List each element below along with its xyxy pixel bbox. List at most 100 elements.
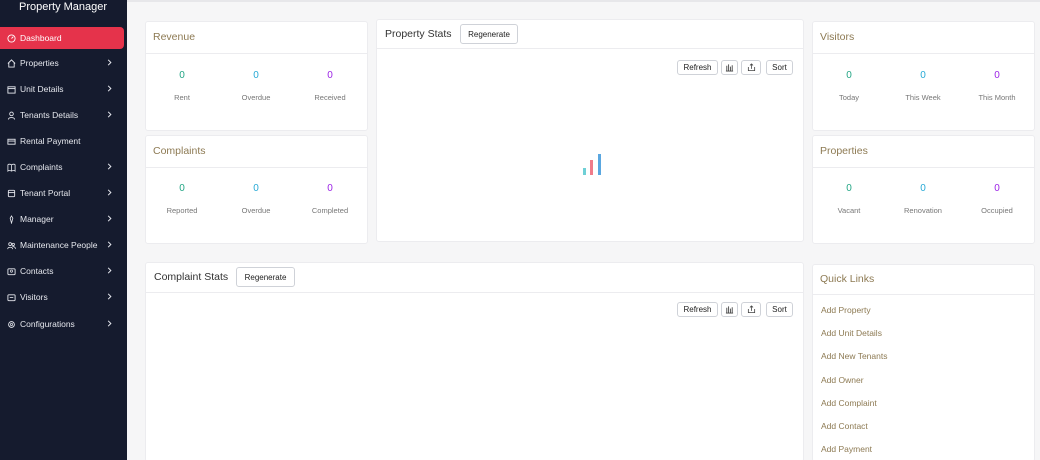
chevron-right-icon	[107, 241, 112, 248]
stat-label: Occupied	[981, 206, 1013, 215]
sort-button[interactable]: Sort	[766, 60, 793, 75]
stat-value: 0	[920, 70, 926, 81]
quick-links-title: Quick Links	[820, 273, 875, 285]
sidebar-item-configurations[interactable]: Configurations	[0, 313, 124, 335]
bar-chart-icon	[725, 64, 734, 72]
sidebar-item-complaints[interactable]: Complaints	[0, 156, 124, 178]
unit-icon	[6, 84, 16, 94]
bar-chart-icon	[725, 306, 734, 314]
stat-this-month: 0 This Month	[967, 70, 1027, 102]
visitors-title: Visitors	[820, 31, 855, 43]
top-border	[127, 0, 1040, 2]
export-icon	[747, 63, 755, 72]
stat-value: 0	[920, 183, 926, 194]
stat-today: 0 Today	[819, 70, 879, 102]
revenue-card: Revenue 0 Rent 0 Overdue 0 Received	[145, 21, 368, 131]
sidebar-item-label: Dashboard	[20, 33, 62, 43]
stat-reported: 0 Reported	[152, 183, 212, 215]
properties-card: Properties 0 Vacant 0 Renovation 0 Occup…	[812, 135, 1035, 244]
link-add-complaint[interactable]: Add Complaint	[821, 398, 877, 408]
sidebar-item-rental-payment[interactable]: Rental Payment	[0, 130, 124, 152]
book-icon	[6, 162, 16, 172]
chart-view-button[interactable]	[721, 302, 738, 317]
sidebar-item-label: Complaints	[20, 162, 63, 172]
visitors-icon	[6, 292, 16, 302]
link-add-contact[interactable]: Add Contact	[821, 421, 868, 431]
chevron-right-icon	[107, 111, 112, 118]
stat-vacant: 0 Vacant	[819, 183, 879, 215]
chevron-right-icon	[107, 293, 112, 300]
sidebar-item-maintenance-people[interactable]: Maintenance People	[0, 234, 124, 256]
export-button[interactable]	[741, 60, 761, 75]
complaints-title: Complaints	[153, 145, 206, 157]
revenue-title: Revenue	[153, 31, 196, 43]
link-add-payment[interactable]: Add Payment	[821, 444, 872, 454]
manager-icon	[6, 214, 16, 224]
sidebar-item-tenant-portal[interactable]: Tenant Portal	[0, 182, 124, 204]
stat-value: 0	[994, 70, 1000, 81]
stat-label: This Week	[905, 93, 941, 102]
stat-label: Renovation	[904, 206, 942, 215]
sidebar-item-label: Rental Payment	[20, 136, 81, 146]
stat-value: 0	[179, 70, 185, 81]
stat-label: Reported	[166, 206, 198, 215]
stat-label: Completed	[311, 206, 349, 215]
stat-occupied: 0 Occupied	[967, 183, 1027, 215]
chevron-right-icon	[107, 215, 112, 222]
link-add-owner[interactable]: Add Owner	[821, 375, 864, 385]
complaints-card: Complaints 0 Reported 0 Overdue 0 Comple…	[145, 135, 368, 244]
sidebar-item-label: Unit Details	[20, 84, 64, 94]
sidebar-item-label: Visitors	[20, 292, 48, 302]
chevron-right-icon	[107, 85, 112, 92]
sidebar-item-properties[interactable]: Properties	[0, 52, 124, 74]
stat-label: Overdue	[241, 93, 271, 102]
sidebar-item-unit-details[interactable]: Unit Details	[0, 78, 124, 100]
stat-label: Rent	[174, 93, 190, 102]
link-add-unit-details[interactable]: Add Unit Details	[821, 328, 882, 338]
chevron-right-icon	[107, 189, 112, 196]
refresh-button[interactable]: Refresh	[677, 302, 718, 317]
stat-overdue: 0 Overdue	[226, 70, 286, 102]
stat-value: 0	[846, 183, 852, 194]
chart-view-button[interactable]	[721, 60, 738, 75]
stat-value: 0	[179, 183, 185, 194]
sidebar: Property Manager Dashboard Properties Un…	[0, 0, 127, 460]
link-add-property[interactable]: Add Property	[821, 305, 871, 315]
app-title: Property Manager	[19, 1, 108, 13]
stat-value: 0	[327, 183, 333, 194]
people-icon	[6, 240, 16, 250]
sidebar-item-manager[interactable]: Manager	[0, 208, 124, 230]
property-stats-title: Property Stats	[385, 28, 452, 40]
chevron-right-icon	[107, 163, 112, 170]
sidebar-item-visitors[interactable]: Visitors	[0, 286, 124, 308]
chevron-right-icon	[107, 59, 112, 66]
stat-value: 0	[846, 70, 852, 81]
sidebar-item-tenants-details[interactable]: Tenants Details	[0, 104, 124, 126]
complaint-stats-card: Complaint Stats Regenerate Refresh Sort	[145, 262, 804, 460]
stat-label: This Month	[978, 93, 1016, 102]
link-add-new-tenants[interactable]: Add New Tenants	[821, 351, 887, 361]
quick-links-card: Quick Links Add Property Add Unit Detail…	[812, 264, 1035, 460]
stat-label: Received	[314, 93, 346, 102]
stat-this-week: 0 This Week	[893, 70, 953, 102]
regenerate-button[interactable]: Regenerate	[236, 267, 295, 287]
export-button[interactable]	[741, 302, 761, 317]
refresh-button[interactable]: Refresh	[677, 60, 718, 75]
sort-button[interactable]: Sort	[766, 302, 793, 317]
config-icon	[6, 319, 16, 329]
portal-icon	[6, 188, 16, 198]
stat-overdue: 0 Overdue	[226, 183, 286, 215]
stat-renovation: 0 Renovation	[893, 183, 953, 215]
sidebar-item-label: Properties	[20, 58, 59, 68]
sidebar-item-contacts[interactable]: Contacts	[0, 260, 124, 282]
chevron-right-icon	[107, 320, 112, 327]
stat-value: 0	[253, 70, 259, 81]
regenerate-button[interactable]: Regenerate	[460, 24, 518, 44]
complaint-stats-title: Complaint Stats	[154, 271, 229, 283]
property-stats-card: Property Stats Regenerate Refresh Sort	[376, 19, 804, 242]
stat-label: Today	[838, 93, 859, 102]
loading-chart-icon	[583, 154, 601, 175]
sidebar-item-dashboard[interactable]: Dashboard	[0, 27, 124, 49]
stat-value: 0	[327, 70, 333, 81]
stat-completed: 0 Completed	[300, 183, 360, 215]
